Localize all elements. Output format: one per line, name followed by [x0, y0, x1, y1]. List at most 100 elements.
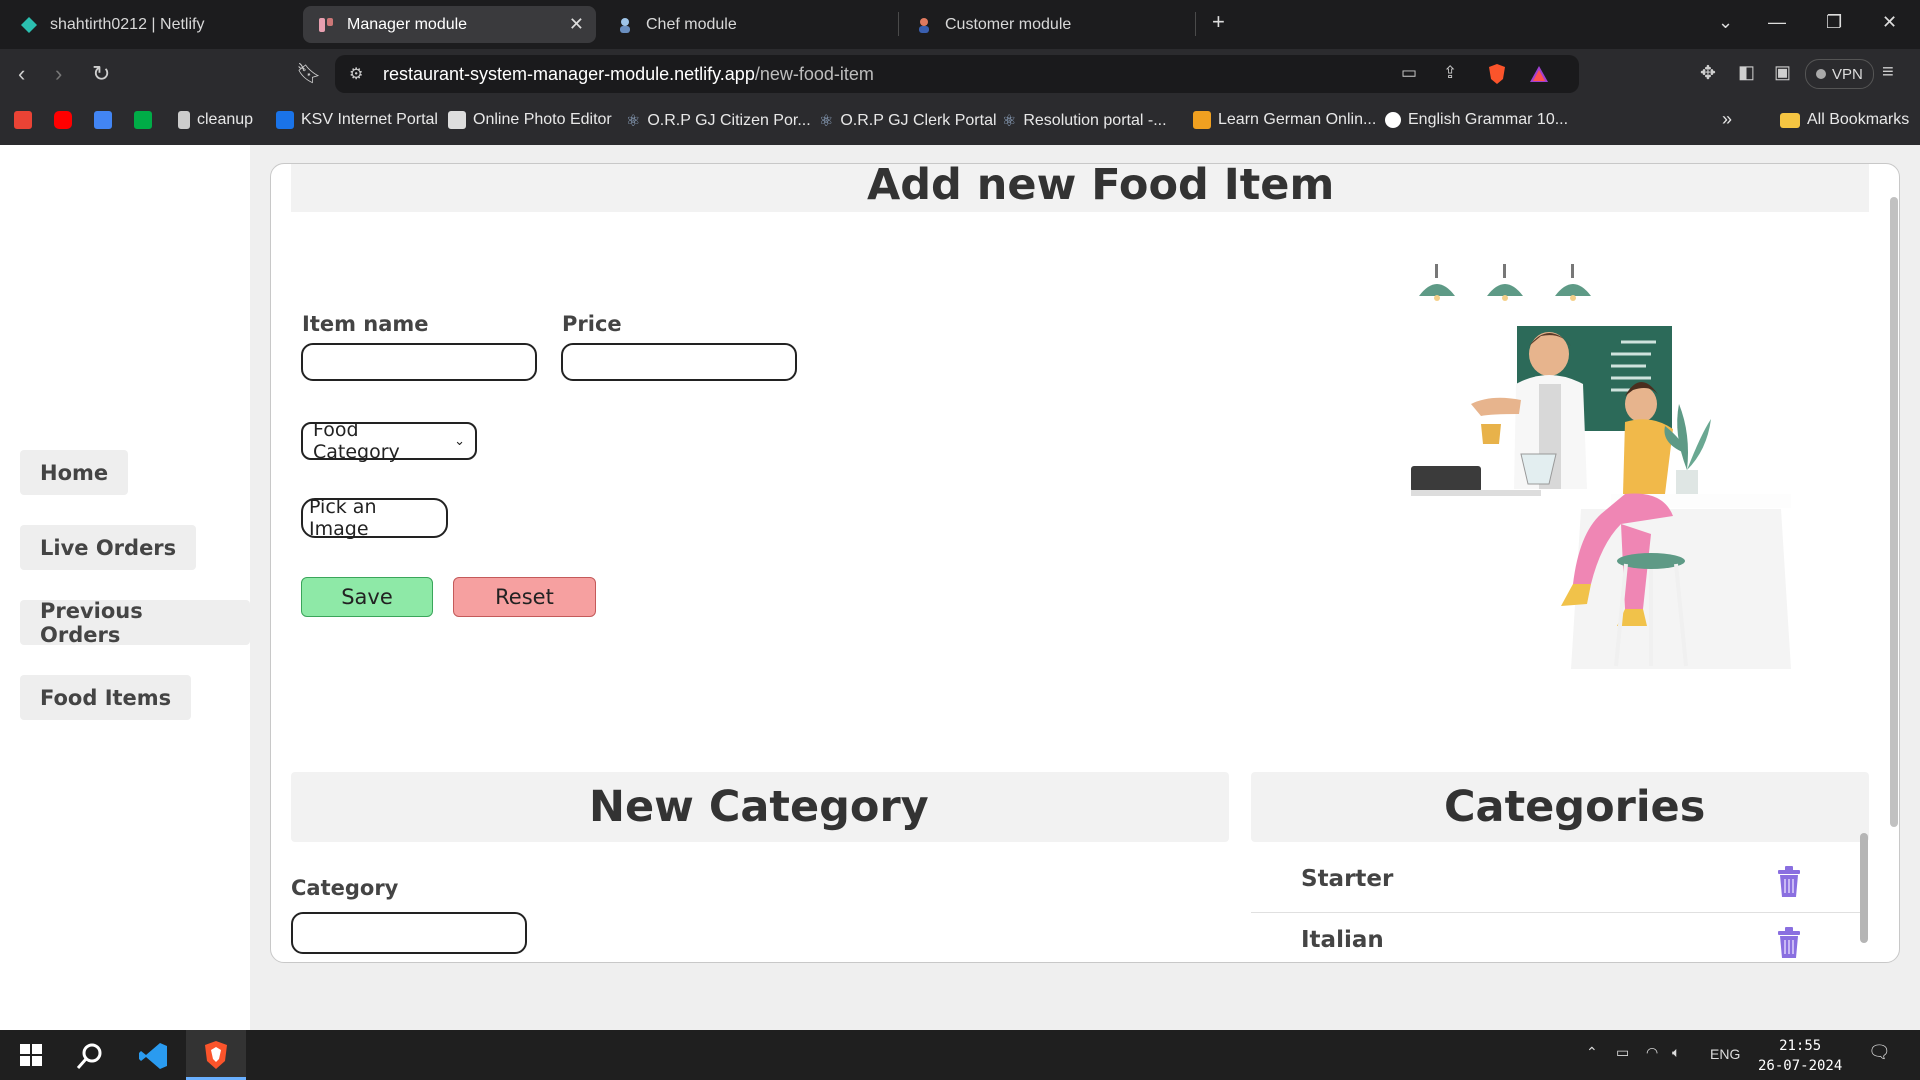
- item-name-label: Item name: [302, 312, 429, 336]
- trash-icon[interactable]: [1776, 927, 1802, 962]
- chevron-up-icon[interactable]: ⌃: [1586, 1044, 1598, 1061]
- tab-bar: shahtirth0212 | Netlify Manager module ✕…: [0, 0, 1920, 49]
- sidebar-toggle-icon[interactable]: ◧: [1738, 62, 1755, 83]
- new-category-title: New Category: [589, 782, 929, 832]
- brave-rewards-icon[interactable]: [1529, 64, 1549, 89]
- clock-time: 21:55: [1779, 1038, 1822, 1054]
- taskbar: ⌃ ▭ ◠ 🔈︎ ENG 21:55 26-07-2024 🗨︎: [0, 1030, 1920, 1080]
- battery-icon[interactable]: ▭: [1616, 1044, 1629, 1061]
- vpn-button[interactable]: VPN: [1805, 59, 1874, 89]
- manager-favicon-icon: [317, 16, 335, 34]
- all-bookmarks[interactable]: All Bookmarks: [1780, 111, 1909, 129]
- wallet-icon[interactable]: ▣: [1774, 62, 1791, 83]
- share-icon[interactable]: ⇪: [1443, 63, 1457, 83]
- power-icon: [1385, 112, 1401, 128]
- tab-chef-module[interactable]: Chef module: [616, 6, 737, 43]
- brave-shield-icon[interactable]: [1487, 63, 1507, 90]
- search-icon[interactable]: [76, 1042, 104, 1075]
- bookmark-learn-german[interactable]: Learn German Onlin...: [1193, 111, 1376, 129]
- page: Home Live Orders Previous Orders Food It…: [0, 145, 1920, 1030]
- bookmark-label: Learn German Onlin...: [1218, 111, 1377, 128]
- cast-icon[interactable]: ▭: [1401, 63, 1417, 83]
- trash-icon[interactable]: [1776, 866, 1802, 903]
- chef-favicon-icon: [616, 16, 634, 34]
- back-icon[interactable]: ‹: [18, 61, 25, 87]
- bookmark-orp-citizen[interactable]: ⚛ O.R.P GJ Citizen Por...: [626, 111, 811, 131]
- category-input[interactable]: [291, 912, 527, 954]
- save-button[interactable]: Save: [301, 577, 433, 617]
- gmail-icon[interactable]: [14, 111, 32, 129]
- pick-image-button[interactable]: Pick an Image: [301, 496, 448, 540]
- tab-netlify[interactable]: shahtirth0212 | Netlify: [20, 6, 204, 43]
- url-host: restaurant-system-manager-module.netlify…: [383, 64, 755, 84]
- site-settings-icon[interactable]: ⚙︎: [349, 64, 363, 84]
- bookmark-label: O.R.P GJ Citizen Por...: [647, 112, 811, 129]
- react-icon: ⚛: [1002, 113, 1017, 130]
- main-panel: Add new Food Item Item name Price Food C…: [270, 163, 1900, 963]
- price-label: Price: [562, 312, 622, 336]
- bookmark-cleanup[interactable]: cleanup: [178, 111, 253, 129]
- categories-scrollbar[interactable]: [1860, 833, 1868, 943]
- bookmark-ksv[interactable]: KSV Internet Portal: [276, 111, 438, 129]
- reload-icon[interactable]: ↻: [92, 61, 110, 87]
- language-indicator[interactable]: ENG: [1710, 1046, 1740, 1062]
- menu-icon[interactable]: ≡: [1882, 61, 1894, 84]
- sidebar-item-previous-orders[interactable]: Previous Orders: [20, 599, 250, 647]
- bookmark-label: Online Photo Editor: [473, 111, 612, 128]
- bookmark-orp-clerk[interactable]: ⚛ O.R.P GJ Clerk Portal: [819, 111, 997, 131]
- google-meet-icon[interactable]: [134, 111, 152, 129]
- clock[interactable]: 21:55 26-07-2024: [1758, 1036, 1842, 1076]
- bookmark-label: O.R.P GJ Clerk Portal: [840, 112, 997, 129]
- more-bookmarks-icon[interactable]: »: [1722, 109, 1732, 130]
- tab-label: Customer module: [945, 15, 1072, 33]
- react-icon: ⚛: [626, 113, 641, 130]
- vpn-label: VPN: [1832, 65, 1863, 83]
- sidebar-item-food-items[interactable]: Food Items: [20, 675, 192, 720]
- folder-icon: [1780, 112, 1800, 128]
- bookmark-resolution-portal[interactable]: ⚛ Resolution portal -...: [1002, 111, 1167, 131]
- address-bar[interactable]: ⚙︎ restaurant-system-manager-module.netl…: [335, 55, 1579, 93]
- netlify-icon: [20, 16, 38, 34]
- new-tab-icon[interactable]: +: [1212, 9, 1225, 35]
- bookmark-label: Resolution portal -...: [1023, 112, 1167, 129]
- main-scrollbar[interactable]: [1890, 197, 1898, 827]
- vscode-icon[interactable]: [138, 1041, 168, 1076]
- tab-label: shahtirth0212 | Netlify: [50, 15, 205, 33]
- minimize-icon[interactable]: —: [1768, 12, 1786, 33]
- extensions-icon[interactable]: ✥: [1700, 62, 1716, 85]
- url-path: /new-food-item: [754, 64, 874, 84]
- volume-icon[interactable]: 🔈︎: [1672, 1044, 1680, 1061]
- close-window-icon[interactable]: ✕: [1882, 12, 1897, 33]
- bookmark-english-grammar[interactable]: English Grammar 10...: [1385, 111, 1568, 129]
- category-name: Starter: [1301, 866, 1394, 892]
- youtube-icon[interactable]: [54, 111, 72, 129]
- notification-icon[interactable]: 🗨︎: [1868, 1042, 1891, 1063]
- restore-icon[interactable]: ❐: [1826, 12, 1842, 33]
- tab-manager-module[interactable]: Manager module ✕: [303, 6, 596, 43]
- windows-start-icon[interactable]: [20, 1044, 42, 1071]
- all-bookmarks-label: All Bookmarks: [1807, 111, 1910, 128]
- food-category-select[interactable]: Food Category ⌄: [301, 419, 477, 463]
- category-label: Category: [291, 876, 399, 900]
- brave-browser-icon[interactable]: [202, 1040, 230, 1075]
- learn-german-icon: [1193, 111, 1211, 129]
- sidebar-item-home[interactable]: Home: [20, 450, 129, 495]
- tab-divider: [1195, 12, 1196, 36]
- close-tab-icon[interactable]: ✕: [569, 14, 584, 35]
- list-item: Starter: [1251, 852, 1861, 913]
- category-name: Italian: [1301, 927, 1384, 953]
- price-input[interactable]: [561, 343, 797, 381]
- broom-icon: [178, 111, 190, 129]
- wifi-icon[interactable]: ◠: [1646, 1044, 1658, 1061]
- forward-icon[interactable]: ›: [55, 61, 62, 87]
- tab-list-chevron-icon[interactable]: ⌄: [1718, 12, 1733, 33]
- google-translate-icon[interactable]: [94, 111, 112, 129]
- cafe-illustration: [1411, 264, 1791, 669]
- tab-customer-module[interactable]: Customer module: [915, 6, 1071, 43]
- sidebar-item-live-orders[interactable]: Live Orders: [20, 525, 197, 570]
- url-text: restaurant-system-manager-module.netlify…: [383, 64, 874, 85]
- bookmark-icon[interactable]: 🔖︎: [296, 61, 321, 86]
- item-name-input[interactable]: [301, 343, 537, 381]
- reset-button[interactable]: Reset: [453, 577, 596, 617]
- bookmark-photo-editor[interactable]: Online Photo Editor: [448, 111, 612, 129]
